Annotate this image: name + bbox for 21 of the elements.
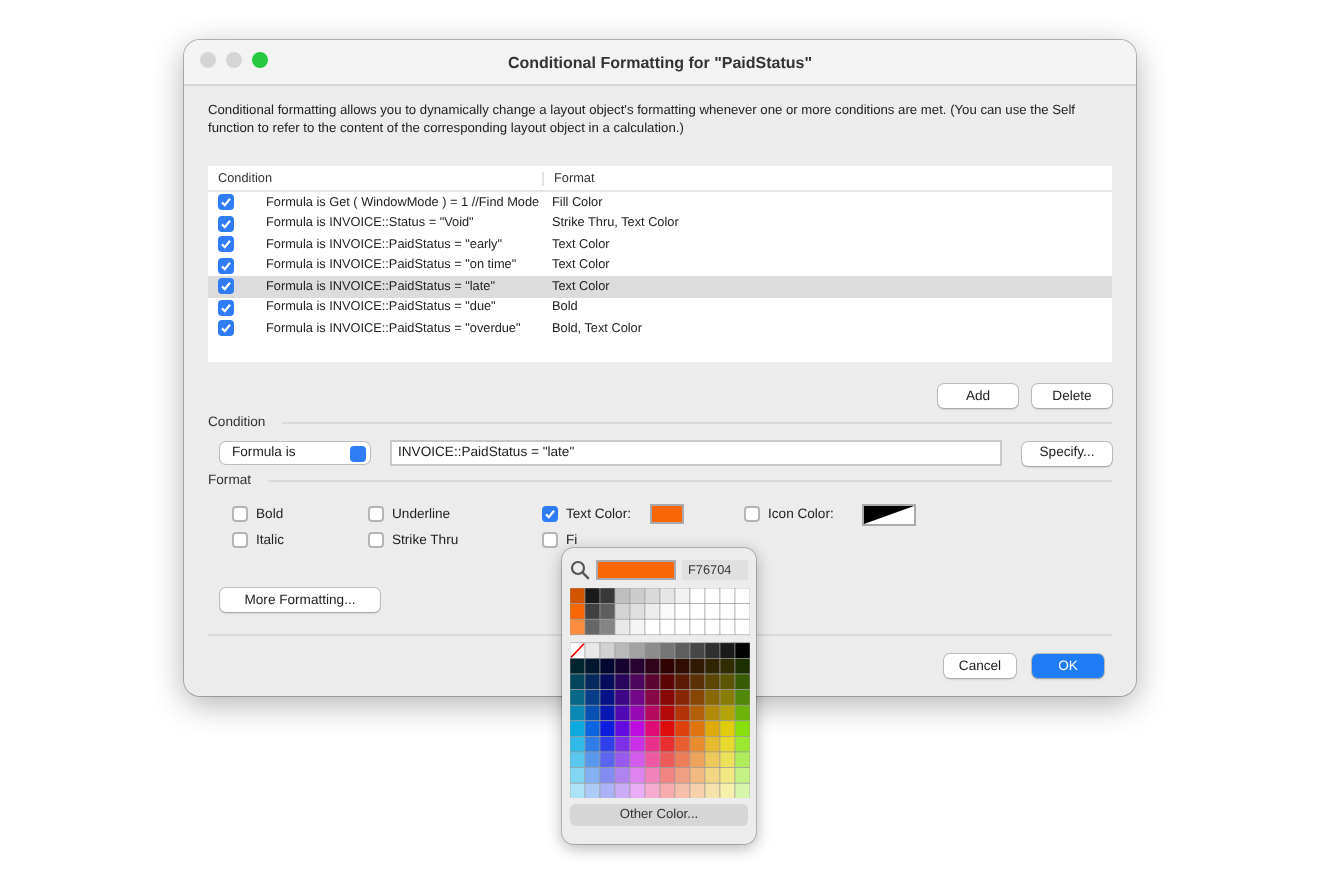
checkbox[interactable]	[218, 194, 234, 211]
checkbox[interactable]	[218, 215, 234, 232]
zoom-button[interactable]	[252, 52, 268, 68]
search-icon[interactable]	[570, 560, 590, 580]
checkbox[interactable]	[542, 506, 558, 522]
checkbox[interactable]	[218, 320, 234, 337]
checkbox[interactable]	[744, 506, 760, 522]
color-palette-drawing[interactable]	[570, 588, 750, 799]
checkbox[interactable]	[368, 532, 384, 548]
checkbox[interactable]	[232, 532, 248, 548]
icon-color-swatch[interactable]	[861, 503, 916, 525]
checkbox[interactable]	[218, 278, 234, 295]
checkbox[interactable]	[542, 532, 558, 548]
checkbox[interactable]	[232, 506, 248, 522]
checkbox[interactable]	[218, 257, 234, 274]
window-title: Conditional Formatting for "PaidStatus"	[507, 53, 813, 71]
checkbox[interactable]	[368, 506, 384, 522]
selected-color-swatch	[596, 560, 676, 580]
text-color-swatch[interactable]	[650, 504, 685, 524]
checkbox[interactable]	[218, 236, 234, 253]
checkbox[interactable]	[218, 299, 234, 316]
